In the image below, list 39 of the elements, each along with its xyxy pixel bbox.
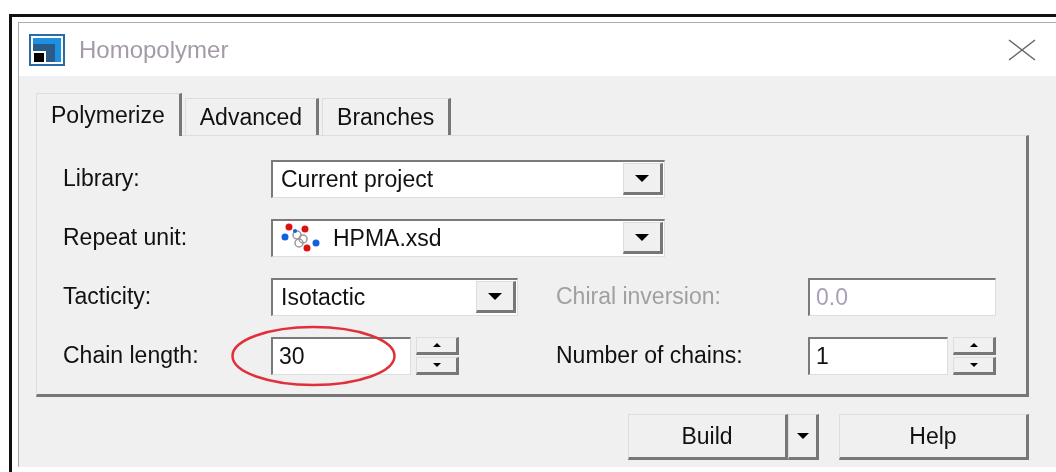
dropdown-value: HPMA.xsd — [333, 224, 442, 252]
dropdown-button[interactable] — [476, 281, 516, 313]
tab[interactable]: Advanced — [184, 98, 320, 135]
dropdown-field[interactable]: Isotactic — [271, 277, 518, 316]
field-label: Library: — [63, 165, 141, 192]
dropdown-button[interactable] — [623, 163, 663, 195]
molecule-icon — [281, 223, 321, 253]
caret-icon — [796, 433, 809, 439]
up-arrow-icon — [969, 342, 978, 347]
dropdown-field[interactable]: HPMA.xsd — [271, 218, 665, 257]
up-arrow-icon — [432, 342, 441, 347]
spin-up-button[interactable] — [416, 336, 459, 355]
number-field[interactable]: 1 — [808, 336, 948, 375]
dropdown-button[interactable] — [788, 414, 819, 460]
caret-icon — [635, 174, 649, 182]
window-title: Homopolymer — [79, 35, 230, 64]
dropdown-value: Current project — [281, 165, 434, 193]
tab[interactable]: Polymerize — [36, 93, 182, 136]
field-label: Tacticity: — [63, 283, 153, 310]
tab[interactable]: Branches — [322, 98, 452, 135]
caret-icon — [488, 292, 502, 300]
field-label: Number of chains: — [556, 342, 744, 369]
dropdown-button[interactable] — [623, 222, 663, 254]
app-icon — [29, 33, 65, 66]
number-field[interactable]: 30 — [271, 336, 411, 375]
caret-icon — [635, 233, 649, 241]
spin-up-button[interactable] — [953, 336, 996, 355]
help-button[interactable]: Help — [839, 414, 1029, 460]
field-label: Repeat unit: — [63, 224, 189, 251]
field-label: Chiral inversion: — [556, 283, 722, 310]
spin-down-button[interactable] — [416, 356, 459, 375]
close-icon — [1008, 38, 1036, 61]
spin-down-button[interactable] — [953, 356, 996, 375]
build-button[interactable]: Build — [628, 414, 788, 460]
dropdown-value: Isotactic — [281, 283, 366, 311]
field-label: Chain length: — [63, 342, 200, 369]
down-arrow-icon — [969, 362, 978, 367]
down-arrow-icon — [432, 362, 441, 367]
dropdown-field[interactable]: Current project — [271, 159, 665, 198]
